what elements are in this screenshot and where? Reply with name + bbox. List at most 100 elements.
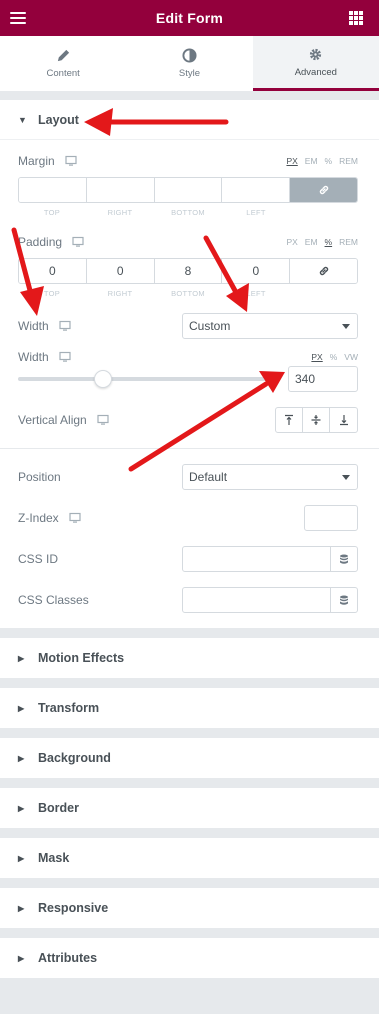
section-title: Responsive — [38, 901, 109, 915]
section-border[interactable]: ▶ Border — [0, 788, 379, 828]
unit-percent[interactable]: % — [330, 352, 338, 362]
section-mask[interactable]: ▶ Mask — [0, 838, 379, 878]
layout-panel: Margin PX EM % REM TOP RIGHT BOTTOM LEFT… — [0, 140, 379, 628]
caret-right-icon: ▶ — [18, 953, 25, 963]
css-classes-control: CSS Classes — [18, 582, 358, 618]
section-background[interactable]: ▶ Background — [0, 738, 379, 778]
margin-inputs — [18, 177, 358, 203]
link-values-button[interactable] — [290, 259, 357, 283]
margin-bottom-input[interactable] — [154, 178, 223, 202]
caret-right-icon: ▶ — [18, 903, 25, 913]
unit-vw[interactable]: VW — [344, 352, 358, 362]
unit-rem[interactable]: REM — [339, 237, 358, 247]
desktop-icon[interactable] — [69, 512, 81, 524]
label-bottom: BOTTOM — [171, 289, 205, 298]
vertical-align-label: Vertical Align — [18, 413, 109, 427]
margin-right-input[interactable] — [86, 178, 155, 202]
unit-percent[interactable]: % — [325, 156, 333, 166]
position-select[interactable]: Default — [182, 464, 358, 490]
unit-px[interactable]: PX — [286, 237, 297, 247]
unit-px[interactable]: PX — [286, 156, 297, 166]
chevron-down-icon — [342, 475, 350, 480]
section-transform[interactable]: ▶ Transform — [0, 688, 379, 728]
section-title: Layout — [38, 112, 79, 127]
label-right: RIGHT — [107, 289, 133, 298]
margin-top-input[interactable] — [19, 178, 87, 202]
tab-content[interactable]: Content — [0, 36, 126, 91]
vertical-align-buttons — [275, 407, 358, 433]
width-label: Width — [18, 319, 71, 333]
database-icon — [340, 595, 348, 605]
tab-advanced[interactable]: Advanced — [252, 36, 379, 91]
css-classes-input[interactable] — [183, 588, 330, 612]
padding-right-input[interactable]: 0 — [86, 259, 155, 283]
css-id-control: CSS ID — [18, 541, 358, 577]
margin-left-input[interactable] — [222, 178, 291, 202]
dynamic-tags-button[interactable] — [330, 547, 357, 571]
label-bottom: BOTTOM — [171, 208, 205, 217]
hamburger-icon[interactable] — [10, 12, 26, 24]
margin-side-labels: TOP RIGHT BOTTOM LEFT — [18, 203, 358, 219]
align-top-button[interactable] — [276, 408, 303, 432]
width-select-control: Width Custom — [18, 308, 358, 344]
unit-percent[interactable]: % — [325, 237, 333, 247]
position-select-value: Default — [189, 470, 228, 484]
label-top: TOP — [43, 208, 61, 217]
page-title: Edit Form — [155, 10, 224, 26]
position-label: Position — [18, 470, 61, 484]
css-id-input[interactable] — [183, 547, 330, 571]
tab-label: Style — [178, 68, 201, 79]
width-units: PX % VW — [311, 352, 358, 362]
section-title: Border — [38, 801, 79, 815]
position-control: Position Default — [18, 459, 358, 495]
width-slider-label: Width — [18, 350, 49, 364]
css-id-field — [182, 546, 358, 572]
align-top-icon — [285, 414, 293, 425]
grid-icon[interactable] — [349, 11, 363, 25]
desktop-icon[interactable] — [97, 414, 109, 426]
margin-control: Margin PX EM % REM — [18, 154, 358, 168]
vertical-align-label-text: Vertical Align — [18, 413, 87, 427]
padding-label: Padding — [18, 235, 63, 249]
caret-right-icon: ▶ — [18, 803, 25, 813]
desktop-icon[interactable] — [65, 155, 77, 167]
dynamic-tags-button[interactable] — [330, 588, 357, 612]
link-icon — [319, 185, 328, 195]
desktop-icon[interactable] — [72, 236, 84, 248]
link-values-button[interactable] — [290, 178, 357, 202]
width-select-value: Custom — [189, 319, 231, 333]
align-middle-button[interactable] — [303, 408, 330, 432]
unit-em[interactable]: EM — [305, 156, 318, 166]
vertical-align-control: Vertical Align — [18, 402, 358, 438]
width-label-text: Width — [18, 319, 49, 333]
unit-rem[interactable]: REM — [339, 156, 358, 166]
padding-top-input[interactable]: 0 — [19, 259, 87, 283]
unit-em[interactable]: EM — [305, 237, 318, 247]
width-value-input[interactable]: 340 — [288, 366, 358, 392]
section-motion-effects[interactable]: ▶ Motion Effects — [0, 638, 379, 678]
desktop-icon[interactable] — [59, 320, 71, 332]
width-slider-track[interactable] — [18, 370, 268, 388]
section-title: Mask — [38, 851, 70, 865]
label-left: LEFT — [246, 208, 266, 217]
caret-down-icon: ▼ — [18, 114, 27, 125]
section-layout-header[interactable]: ▼ Layout — [0, 100, 379, 140]
align-bottom-button[interactable] — [330, 408, 357, 432]
padding-left-input[interactable]: 0 — [222, 259, 291, 283]
tab-label: Advanced — [294, 66, 337, 78]
padding-bottom-input[interactable]: 8 — [154, 259, 223, 283]
database-icon — [340, 554, 348, 564]
width-slider-control: Width PX % VW — [18, 350, 358, 364]
z-index-label-text: Z-Index — [18, 511, 59, 525]
section-responsive[interactable]: ▶ Responsive — [0, 888, 379, 928]
caret-right-icon: ▶ — [18, 753, 25, 763]
margin-units: PX EM % REM — [286, 156, 358, 166]
z-index-input[interactable] — [304, 505, 358, 531]
tab-style[interactable]: Style — [126, 36, 252, 91]
width-select[interactable]: Custom — [182, 313, 358, 339]
unit-px[interactable]: PX — [311, 352, 322, 362]
width-slider-handle[interactable] — [94, 370, 112, 388]
section-attributes[interactable]: ▶ Attributes — [0, 938, 379, 978]
align-bottom-icon — [339, 415, 348, 426]
desktop-icon[interactable] — [59, 351, 71, 363]
